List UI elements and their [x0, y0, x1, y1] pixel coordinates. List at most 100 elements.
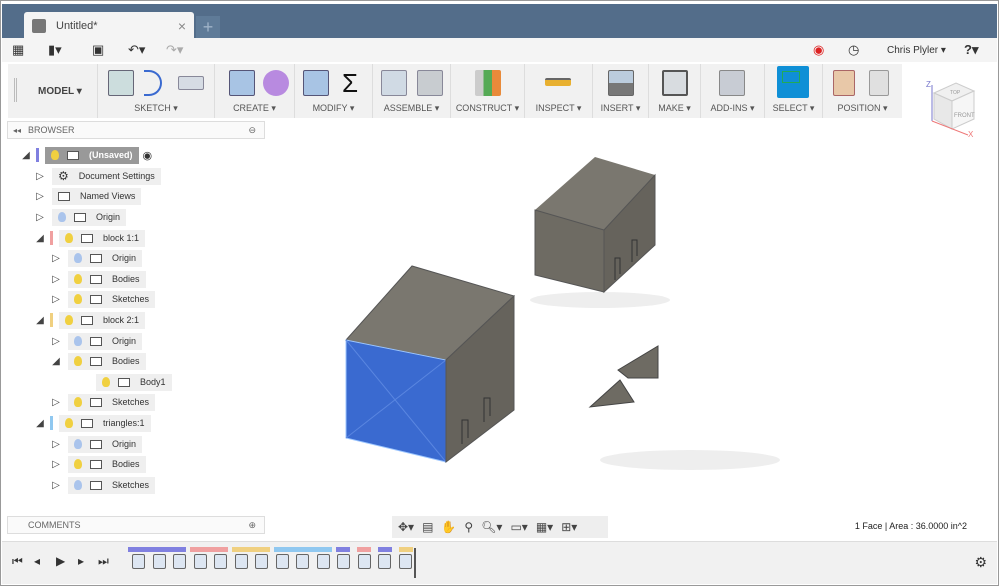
visibility-bulb-icon[interactable]	[74, 274, 82, 284]
expand-arrow-icon[interactable]: ▷	[50, 459, 62, 470]
undo-icon[interactable]: ↶▾	[128, 42, 145, 58]
browser-item[interactable]: ▷ Sketches	[50, 290, 156, 308]
save-icon[interactable]: ▣	[92, 42, 104, 58]
expand-arrow-icon[interactable]: ▷	[34, 212, 46, 223]
timeline-feature-icon[interactable]	[152, 554, 166, 569]
viewports-icon[interactable]: ⊞▾	[561, 520, 577, 534]
construct-plane-icon[interactable]	[475, 70, 501, 96]
browser-item[interactable]: ▷ Origin	[34, 208, 127, 226]
look-at-icon[interactable]: ▤	[422, 520, 433, 534]
timeline-marker[interactable]	[414, 548, 416, 578]
expand-arrow-icon[interactable]: ▷	[34, 171, 46, 182]
capture-position-icon[interactable]	[833, 70, 855, 96]
timeline-feature-icon[interactable]	[296, 554, 309, 569]
revert-position-icon[interactable]	[869, 70, 889, 96]
timeline-feature-icon[interactable]	[214, 554, 227, 569]
position-group[interactable]: POSITION ▾	[823, 64, 902, 118]
pan-icon[interactable]: ✋	[441, 520, 456, 534]
browser-item[interactable]: ▷ Sketches	[50, 476, 156, 494]
inspect-group[interactable]: INSPECT ▾	[525, 64, 593, 118]
make-group[interactable]: MAKE ▾	[649, 64, 701, 118]
file-menu-icon[interactable]: ▮▾	[48, 42, 62, 58]
display-settings-icon[interactable]: ▭▾	[510, 520, 527, 534]
workspace-switcher[interactable]: MODEL ▾	[8, 64, 98, 118]
visibility-bulb-icon[interactable]	[102, 377, 110, 387]
grid-icon[interactable]: ▦▾	[536, 520, 553, 534]
add-comment-icon[interactable]: ⊕	[248, 520, 256, 531]
measure-icon[interactable]	[545, 78, 571, 86]
press-pull-icon[interactable]	[303, 70, 329, 96]
insert-group[interactable]: INSERT ▾	[593, 64, 649, 118]
triangle-body[interactable]	[617, 345, 659, 379]
browser-item[interactable]: ▷ Sketches	[50, 393, 156, 411]
browser-item[interactable]: ◢ triangles:1	[34, 414, 151, 432]
visibility-bulb-icon[interactable]	[74, 397, 82, 407]
expand-arrow-icon[interactable]: ▷	[34, 191, 46, 202]
timeline-feature-icon[interactable]	[316, 554, 330, 569]
browser-item[interactable]: ▷ Bodies	[50, 270, 146, 288]
expand-arrow-icon[interactable]: ▷	[50, 397, 62, 408]
scripts-icon[interactable]	[719, 70, 745, 96]
extrude-icon[interactable]	[229, 70, 255, 96]
triangle-body[interactable]	[588, 379, 635, 408]
visibility-bulb-icon[interactable]	[51, 150, 59, 160]
visibility-bulb-icon[interactable]	[74, 480, 82, 490]
visibility-bulb-icon[interactable]	[74, 336, 82, 346]
clock-icon[interactable]: ◷	[848, 42, 859, 58]
collapse-arrow-icon[interactable]: ◢	[20, 150, 32, 161]
assemble-group[interactable]: ASSEMBLE ▾	[373, 64, 451, 118]
zoom-window-icon[interactable]: 🔍︎▾	[481, 520, 502, 534]
create-sketch-icon[interactable]	[108, 70, 134, 96]
app-grid-icon[interactable]: ▦	[12, 42, 24, 58]
zoom-icon[interactable]: ⚲	[464, 520, 473, 534]
browser-item[interactable]: ◢ block 2:1	[34, 311, 146, 329]
timeline-settings-icon[interactable]: ⚙	[974, 554, 987, 571]
timeline-feature-icon[interactable]	[173, 554, 186, 569]
expand-arrow-icon[interactable]: ▷	[50, 274, 62, 285]
visibility-bulb-icon[interactable]	[65, 418, 73, 428]
expand-arrow-icon[interactable]: ▷	[50, 294, 62, 305]
timeline-feature-icon[interactable]	[378, 554, 391, 569]
timeline-feature-icon[interactable]	[255, 554, 268, 569]
visibility-bulb-icon[interactable]	[74, 439, 82, 449]
document-tab[interactable]: Untitled* ×	[24, 12, 194, 40]
activate-radio-icon[interactable]: ◉	[143, 149, 153, 162]
form-icon[interactable]	[263, 70, 289, 96]
visibility-bulb-icon[interactable]	[74, 294, 82, 304]
browser-item[interactable]: ▷ Origin	[50, 435, 143, 453]
browser-header[interactable]: ◂◂ BROWSER ⊖	[7, 121, 265, 139]
collapse-icon[interactable]: ◂◂	[13, 126, 21, 135]
3d-viewport[interactable]	[270, 140, 990, 510]
timeline-feature-icon[interactable]	[132, 554, 145, 569]
collapse-arrow-icon[interactable]: ◢	[34, 315, 46, 326]
collapse-arrow-icon[interactable]: ◢	[34, 418, 46, 429]
joint-icon[interactable]	[417, 70, 443, 96]
view-cube[interactable]: Z X TOP FRONT	[920, 75, 980, 140]
line-icon[interactable]	[144, 70, 162, 96]
visibility-bulb-icon[interactable]	[65, 315, 73, 325]
new-component-icon[interactable]	[381, 70, 407, 96]
collapse-arrow-icon[interactable]: ◢	[50, 356, 62, 367]
rectangle-icon[interactable]	[178, 76, 204, 90]
visibility-bulb-icon[interactable]	[74, 459, 82, 469]
create-group[interactable]: CREATE ▾	[215, 64, 295, 118]
browser-item[interactable]: ◢ Bodies	[50, 352, 146, 370]
modify-group[interactable]: Σ MODIFY ▾	[295, 64, 373, 118]
visibility-bulb-icon[interactable]	[74, 253, 82, 263]
timeline-feature-icon[interactable]	[398, 554, 412, 569]
play-button[interactable]: ▶	[56, 554, 65, 568]
new-tab-button[interactable]: +	[196, 16, 220, 40]
close-tab-button[interactable]: ×	[178, 18, 186, 34]
add-ins-group[interactable]: ADD-INS ▾	[701, 64, 765, 118]
timeline-feature-icon[interactable]	[337, 554, 350, 569]
timeline-feature-icon[interactable]	[193, 554, 207, 569]
help-button[interactable]: ?▾	[964, 42, 978, 58]
select-group[interactable]: SELECT ▾	[765, 64, 823, 118]
record-icon[interactable]: ◉	[813, 42, 824, 58]
browser-item[interactable]: ▷ Bodies	[50, 455, 146, 473]
timeline-feature-icon[interactable]	[234, 554, 248, 569]
browser-item[interactable]: ◢ block 1:1	[34, 229, 146, 247]
construct-group[interactable]: CONSTRUCT ▾	[451, 64, 525, 118]
sketch-group[interactable]: SKETCH ▾	[98, 64, 215, 118]
expand-arrow-icon[interactable]: ▷	[50, 480, 62, 491]
